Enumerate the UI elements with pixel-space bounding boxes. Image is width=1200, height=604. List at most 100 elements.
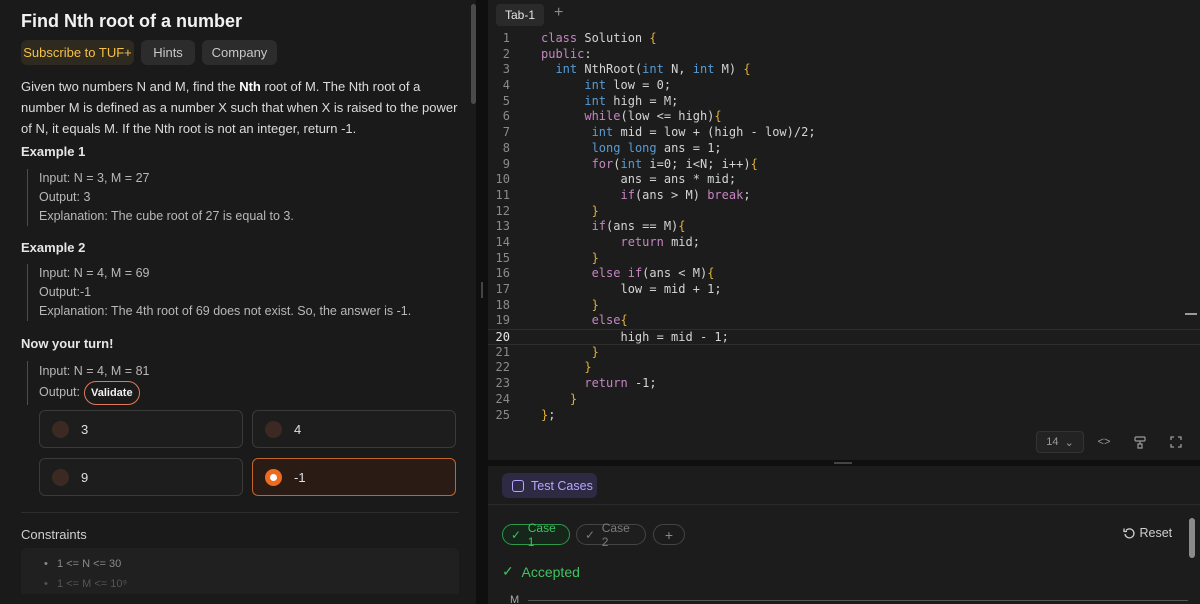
constraint-item: • 1 <= M <= 10⁹ xyxy=(44,578,128,590)
line-number: 25 xyxy=(495,407,510,422)
line-number: 4 xyxy=(502,78,510,93)
code-line[interactable]: 14 return mid; xyxy=(488,235,1200,251)
your-turn-block: Input: N = 4, M = 81 Output: Validate xyxy=(27,361,149,405)
line-number: 18 xyxy=(495,297,510,312)
code-text: ans = ans * mid; xyxy=(541,172,737,187)
line-number: 22 xyxy=(495,360,510,375)
code-text: }; xyxy=(541,407,556,422)
line-number: 11 xyxy=(495,187,510,202)
line-number: 19 xyxy=(495,313,510,328)
variable-value-field xyxy=(528,600,1188,601)
tab-1[interactable]: Tab-1 xyxy=(496,4,544,26)
code-icon[interactable]: <> xyxy=(1094,431,1114,453)
line-number: 2 xyxy=(502,46,510,61)
option-label: 9 xyxy=(81,469,89,485)
line-number: 3 xyxy=(502,62,510,77)
code-text: public: xyxy=(541,46,592,61)
code-line[interactable]: 9 for(int i=0; i<N; i++){ xyxy=(488,157,1200,173)
code-line[interactable]: 18 } xyxy=(488,298,1200,314)
code-line[interactable]: 24 } xyxy=(488,392,1200,408)
line-number: 20 xyxy=(495,330,510,345)
line-number: 8 xyxy=(502,140,510,155)
code-text: class Solution { xyxy=(541,31,657,45)
test-cases-icon xyxy=(512,479,524,492)
format-icon[interactable] xyxy=(1130,431,1150,453)
case-2-tab[interactable]: ✓ Case 2 xyxy=(576,521,646,549)
problem-description: Given two numbers N and M, find the Nth … xyxy=(21,79,458,136)
subscribe-button[interactable]: Subscribe to TUF+ xyxy=(21,40,134,65)
font-size-select[interactable]: 14 ⌄ xyxy=(1036,431,1084,453)
code-line[interactable]: 16 else if(ans < M){ xyxy=(488,266,1200,282)
code-text: for(int i=0; i<N; i++){ xyxy=(591,156,758,171)
reset-icon xyxy=(1123,527,1135,538)
add-tab-button[interactable]: + xyxy=(554,4,563,22)
code-text: int mid = low + (high - low)/2; xyxy=(591,125,816,140)
code-line[interactable]: 1 class Solution { xyxy=(488,31,1200,47)
line-number: 13 xyxy=(495,219,510,234)
constraints-title: Constraints xyxy=(21,527,87,542)
test-panel: Test Cases ✓ Case 1 ✓ Case 2 + Reset ✓ A… xyxy=(488,466,1200,604)
code-line[interactable]: 12 } xyxy=(488,204,1200,220)
code-line[interactable]: 23 return -1; xyxy=(488,376,1200,392)
example2-explanation: Explanation: The 4th root of 69 does not… xyxy=(39,304,412,318)
code-line[interactable]: 15 } xyxy=(488,251,1200,267)
option-minus-1[interactable]: -1 xyxy=(252,458,456,496)
code-line[interactable]: 20 high = mid - 1; xyxy=(488,329,1200,345)
code-line[interactable]: 13 if(ans == M){ xyxy=(488,219,1200,235)
code-text: } xyxy=(591,297,599,312)
example2-output: Output:-1 xyxy=(39,285,92,299)
your-turn-output-row: Output: Validate xyxy=(39,381,149,405)
code-line[interactable]: 11 if(ans > M) break; xyxy=(488,188,1200,204)
fullscreen-icon[interactable] xyxy=(1166,431,1186,453)
option-4[interactable]: 4 xyxy=(252,410,456,448)
check-icon: ✓ xyxy=(585,527,596,542)
reset-button[interactable]: Reset xyxy=(1123,526,1172,540)
check-icon: ✓ xyxy=(502,563,514,579)
code-text: } xyxy=(591,344,599,359)
option-9[interactable]: 9 xyxy=(39,458,243,496)
vertical-splitter[interactable] xyxy=(476,0,488,604)
code-text: else if(ans < M){ xyxy=(591,266,715,281)
code-text: if(ans == M){ xyxy=(591,219,686,234)
code-text: high = mid - 1; xyxy=(541,330,729,345)
your-turn-input: Input: N = 4, M = 81 xyxy=(39,364,150,378)
code-line[interactable]: 4 int low = 0; xyxy=(488,78,1200,94)
code-line[interactable]: 22 } xyxy=(488,360,1200,376)
problem-panel: Find Nth root of a number Subscribe to T… xyxy=(0,0,476,604)
code-line[interactable]: 19 else{ xyxy=(488,313,1200,329)
code-line[interactable]: 25}; xyxy=(488,408,1200,424)
validate-button[interactable]: Validate xyxy=(84,381,140,405)
code-line[interactable]: 10 ans = ans * mid; xyxy=(488,172,1200,188)
example1-input: Input: N = 3, M = 27 xyxy=(39,171,150,185)
divider xyxy=(488,504,1200,505)
company-button[interactable]: Company xyxy=(202,40,277,65)
case-1-tab[interactable]: ✓ Case 1 xyxy=(502,521,570,549)
code-text: return mid; xyxy=(620,234,700,249)
code-line[interactable]: 2 public: xyxy=(488,47,1200,63)
code-line[interactable]: 21 } xyxy=(488,345,1200,361)
radio-icon xyxy=(52,420,69,438)
editor-tabbar: Tab-1 + xyxy=(488,0,1200,30)
problem-footer xyxy=(0,594,470,604)
code-line[interactable]: 5 int high = M; xyxy=(488,94,1200,110)
add-case-button[interactable]: + xyxy=(653,524,685,545)
line-number: 24 xyxy=(495,391,510,406)
hints-button[interactable]: Hints xyxy=(141,40,195,65)
option-3[interactable]: 3 xyxy=(39,410,243,448)
constraint-item: • 1 <= N <= 30 xyxy=(44,558,122,570)
example2-input: Input: N = 4, M = 69 xyxy=(39,266,150,280)
code-area[interactable]: 1 class Solution {2 public: 3 int NthRoot(i… xyxy=(488,31,1200,423)
chevron-down-icon: ⌄ xyxy=(1064,436,1074,449)
test-scrollbar[interactable] xyxy=(1189,518,1195,558)
code-line[interactable]: 7 int mid = low + (high - low)/2; xyxy=(488,125,1200,141)
code-line[interactable]: 17 low = mid + 1; xyxy=(488,282,1200,298)
test-cases-tab[interactable]: Test Cases xyxy=(502,473,597,498)
line-number: 5 xyxy=(502,93,510,108)
code-text: while(low <= high){ xyxy=(584,109,722,124)
status-accepted: ✓ Accepted xyxy=(502,563,580,580)
code-line[interactable]: 3 int NthRoot(int N, int M) { xyxy=(488,62,1200,78)
code-line[interactable]: 8 long long ans = 1; xyxy=(488,141,1200,157)
code-line[interactable]: 6 while(low <= high){ xyxy=(488,109,1200,125)
your-turn-title: Now your turn! xyxy=(21,336,114,351)
line-number: 17 xyxy=(495,282,510,296)
